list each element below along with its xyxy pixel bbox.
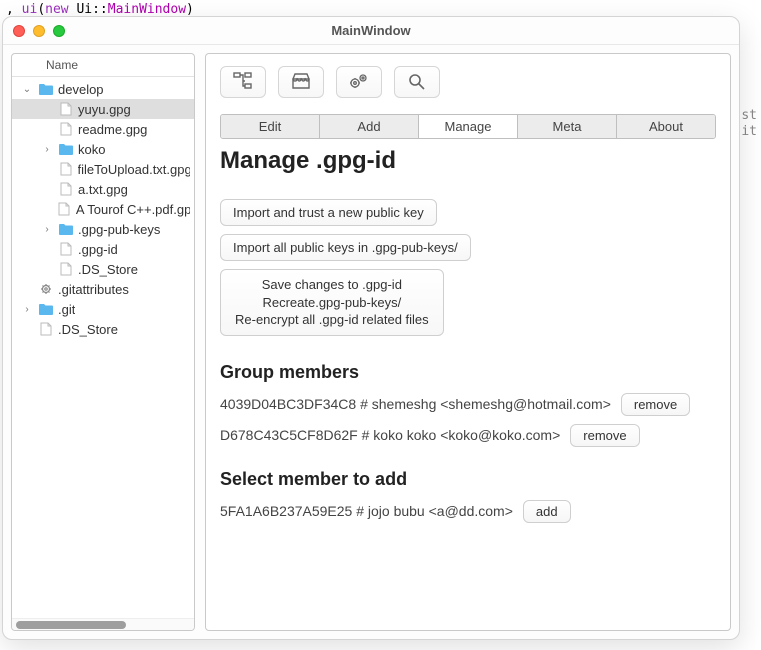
tab-manage[interactable]: Manage [419, 115, 518, 138]
scrollbar-thumb[interactable] [16, 621, 126, 629]
select-member-heading: Select member to add [220, 469, 716, 490]
tree-horizontal-scrollbar[interactable] [12, 618, 194, 630]
tree-row[interactable]: a.txt.gpg [12, 179, 194, 199]
tree-row[interactable]: › koko [12, 139, 194, 159]
tree-row[interactable]: yuyu.gpg [12, 99, 194, 119]
member-row: 4039D04BC3DF34C8 # shemeshg <shemeshg@ho… [220, 393, 716, 416]
tree-item-label: a.txt.gpg [78, 182, 128, 197]
file-icon [58, 162, 74, 176]
disclosure-expanded-icon[interactable]: ⌄ [20, 84, 34, 95]
tree-row[interactable]: › .gpg-pub-keys [12, 219, 194, 239]
folder-icon [38, 302, 54, 316]
tree-item-label: yuyu.gpg [78, 102, 131, 117]
save-block-line: Recreate.gpg-pub-keys/ [235, 294, 429, 312]
import-trust-button[interactable]: Import and trust a new public key [220, 199, 437, 226]
magnifier-icon [407, 72, 427, 93]
tree-row[interactable]: › .git [12, 299, 194, 319]
member-text: D678C43C5CF8D62F # koko koko <koko@koko.… [220, 427, 560, 443]
tree-row[interactable]: A Tourof C++.pdf.gpg [12, 199, 194, 219]
window-title: MainWindow [3, 23, 739, 38]
tree-item-label: A Tourof C++.pdf.gpg [76, 202, 190, 217]
tree-item-label: .git [58, 302, 75, 317]
file-icon [57, 202, 72, 216]
remove-button[interactable]: remove [621, 393, 690, 416]
remove-button[interactable]: remove [570, 424, 639, 447]
member-row: D678C43C5CF8D62F # koko koko <koko@koko.… [220, 424, 716, 447]
tab-add[interactable]: Add [320, 115, 419, 138]
tab-bar: EditAddManageMetaAbout [220, 114, 716, 139]
import-all-button[interactable]: Import all public keys in .gpg-pub-keys/ [220, 234, 471, 261]
group-members-heading: Group members [220, 362, 716, 383]
tree-item-label: .DS_Store [78, 262, 138, 277]
gears-icon [348, 72, 370, 93]
tree-item-label: .gitattributes [58, 282, 129, 297]
file-icon [58, 262, 74, 276]
tab-about[interactable]: About [617, 115, 715, 138]
tab-edit[interactable]: Edit [221, 115, 320, 138]
save-block-line: Save changes to .gpg-id [235, 276, 429, 294]
folder-icon [58, 222, 74, 236]
disclosure-collapsed-icon[interactable]: › [20, 304, 34, 315]
candidate-row: 5FA1A6B237A59E25 # jojo bubu <a@dd.com> a… [220, 500, 716, 523]
tree-item-label: .DS_Store [58, 322, 118, 337]
add-button[interactable]: add [523, 500, 571, 523]
main-window: MainWindow Name ⌄ develop yuyu.gpg readme.g… [2, 16, 740, 640]
file-tree-panel: Name ⌄ develop yuyu.gpg readme.gpg › koko file… [11, 53, 195, 631]
folder-icon [38, 82, 54, 96]
folder-icon [58, 142, 74, 156]
tree-item-label: .gpg-pub-keys [78, 222, 160, 237]
tree-row[interactable]: .DS_Store [12, 259, 194, 279]
file-icon [38, 322, 54, 336]
content-panel: EditAddManageMetaAbout Manage .gpg-id Im… [205, 53, 731, 631]
storefront-icon [291, 72, 311, 93]
member-text: 4039D04BC3DF34C8 # shemeshg <shemeshg@ho… [220, 396, 611, 412]
disclosure-collapsed-icon[interactable]: › [40, 224, 54, 235]
file-icon [58, 122, 74, 136]
toolbar-settings-button[interactable] [336, 66, 382, 98]
save-recreate-reencrypt-button[interactable]: Save changes to .gpg-idRecreate.gpg-pub-… [220, 269, 444, 336]
page-title: Manage .gpg-id [220, 147, 716, 175]
tree-row[interactable]: .gitattributes [12, 279, 194, 299]
tree-icon [233, 72, 253, 93]
toolbar [220, 66, 716, 98]
tree-row[interactable]: ⌄ develop [12, 79, 194, 99]
candidate-text: 5FA1A6B237A59E25 # jojo bubu <a@dd.com> [220, 503, 513, 519]
disclosure-collapsed-icon[interactable]: › [40, 144, 54, 155]
save-block-line: Re-encrypt all .gpg-id related files [235, 311, 429, 329]
titlebar[interactable]: MainWindow [3, 17, 739, 45]
file-icon [58, 102, 74, 116]
toolbar-store-button[interactable] [278, 66, 324, 98]
tree-item-label: develop [58, 82, 104, 97]
tab-meta[interactable]: Meta [518, 115, 617, 138]
file-tree[interactable]: ⌄ develop yuyu.gpg readme.gpg › koko fileToUpl… [12, 77, 194, 618]
tree-row[interactable]: readme.gpg [12, 119, 194, 139]
toolbar-search-button[interactable] [394, 66, 440, 98]
tree-item-label: .gpg-id [78, 242, 118, 257]
tree-item-label: koko [78, 142, 105, 157]
tree-row[interactable]: .gpg-id [12, 239, 194, 259]
tree-row[interactable]: .DS_Store [12, 319, 194, 339]
file-icon [58, 182, 74, 196]
tree-item-label: fileToUpload.txt.gpg [78, 162, 190, 177]
tree-item-label: readme.gpg [78, 122, 147, 137]
editor-background-fragment: st it [741, 108, 757, 140]
toolbar-tree-button[interactable] [220, 66, 266, 98]
file-icon [58, 242, 74, 256]
tree-row[interactable]: fileToUpload.txt.gpg [12, 159, 194, 179]
tree-column-header[interactable]: Name [12, 54, 194, 77]
gear-icon [38, 282, 54, 296]
